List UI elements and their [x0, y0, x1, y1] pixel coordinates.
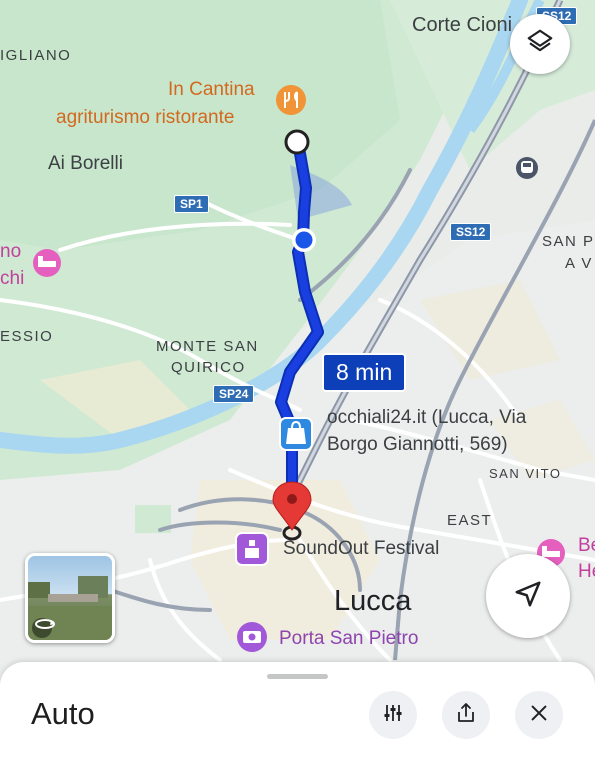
poi-label-hotel-right-1[interactable]: Be [578, 535, 595, 557]
place-label-migliano: IGLIANO [0, 47, 72, 64]
place-label-monte-san-quirico-2: QUIRICO [171, 359, 246, 376]
road-badge-ss12: SS12 [450, 223, 492, 241]
route-eta-callout[interactable]: 8 min [322, 353, 407, 392]
poi-label-hotel-left-1[interactable]: no [0, 241, 21, 263]
street-view-thumbnail[interactable] [25, 553, 115, 643]
shopping-bag-icon[interactable] [279, 417, 313, 451]
route-start-point [284, 129, 310, 155]
poi-label-porta-san-pietro[interactable]: Porta San Pietro [279, 628, 418, 650]
place-label-east: EAST [447, 512, 493, 529]
road-badge-sp24: SP24 [213, 385, 255, 403]
place-label-corte-cioni: Corte Cioni [412, 14, 513, 36]
camera-icon[interactable] [237, 622, 267, 652]
travel-mode-title: Auto [31, 696, 95, 731]
directions-bottom-sheet[interactable]: Auto [0, 662, 595, 768]
road-badge-sp1: SP1 [174, 195, 209, 213]
route-options-button[interactable] [369, 691, 417, 739]
place-label-lucca: Lucca [334, 585, 412, 617]
event-venue-icon[interactable] [235, 532, 269, 566]
navigation-arrow-icon [513, 579, 543, 614]
layers-button[interactable] [510, 14, 570, 74]
hotel-icon-left[interactable] [33, 249, 61, 277]
close-button[interactable] [515, 691, 563, 739]
recenter-button[interactable] [486, 554, 570, 638]
poi-label-occhiali-2[interactable]: Borgo Giannotti, 569) [327, 434, 508, 456]
layers-icon [525, 27, 555, 62]
share-button[interactable] [442, 691, 490, 739]
place-label-san-pietro-2: A V [565, 255, 593, 272]
poi-label-occhiali-1[interactable]: occhiali24.it (Lucca, Via [327, 407, 526, 429]
street-view-360-icon [34, 616, 56, 637]
sheet-drag-handle[interactable] [267, 674, 328, 679]
close-icon [528, 702, 550, 729]
place-label-ai-borelli: Ai Borelli [48, 153, 123, 174]
poi-label-hotel-right-2[interactable]: He [578, 561, 595, 583]
poi-label-in-cantina-1[interactable]: In Cantina [168, 79, 255, 101]
place-label-monte-san-quirico-1: MONTE SAN [156, 338, 259, 355]
tune-icon [381, 701, 405, 730]
poi-label-soundout[interactable]: SoundOut Festival [283, 538, 439, 560]
place-label-san-vito: SAN VITO [489, 466, 562, 481]
place-label-san-pietro-1: SAN P [542, 233, 595, 250]
train-icon[interactable] [516, 157, 538, 179]
poi-label-in-cantina-2[interactable]: agriturismo ristorante [56, 107, 234, 129]
place-label-essio: ESSIO [0, 328, 54, 345]
poi-label-hotel-left-2[interactable]: chi [0, 268, 24, 290]
share-icon [454, 701, 478, 730]
restaurant-icon[interactable] [276, 85, 306, 115]
